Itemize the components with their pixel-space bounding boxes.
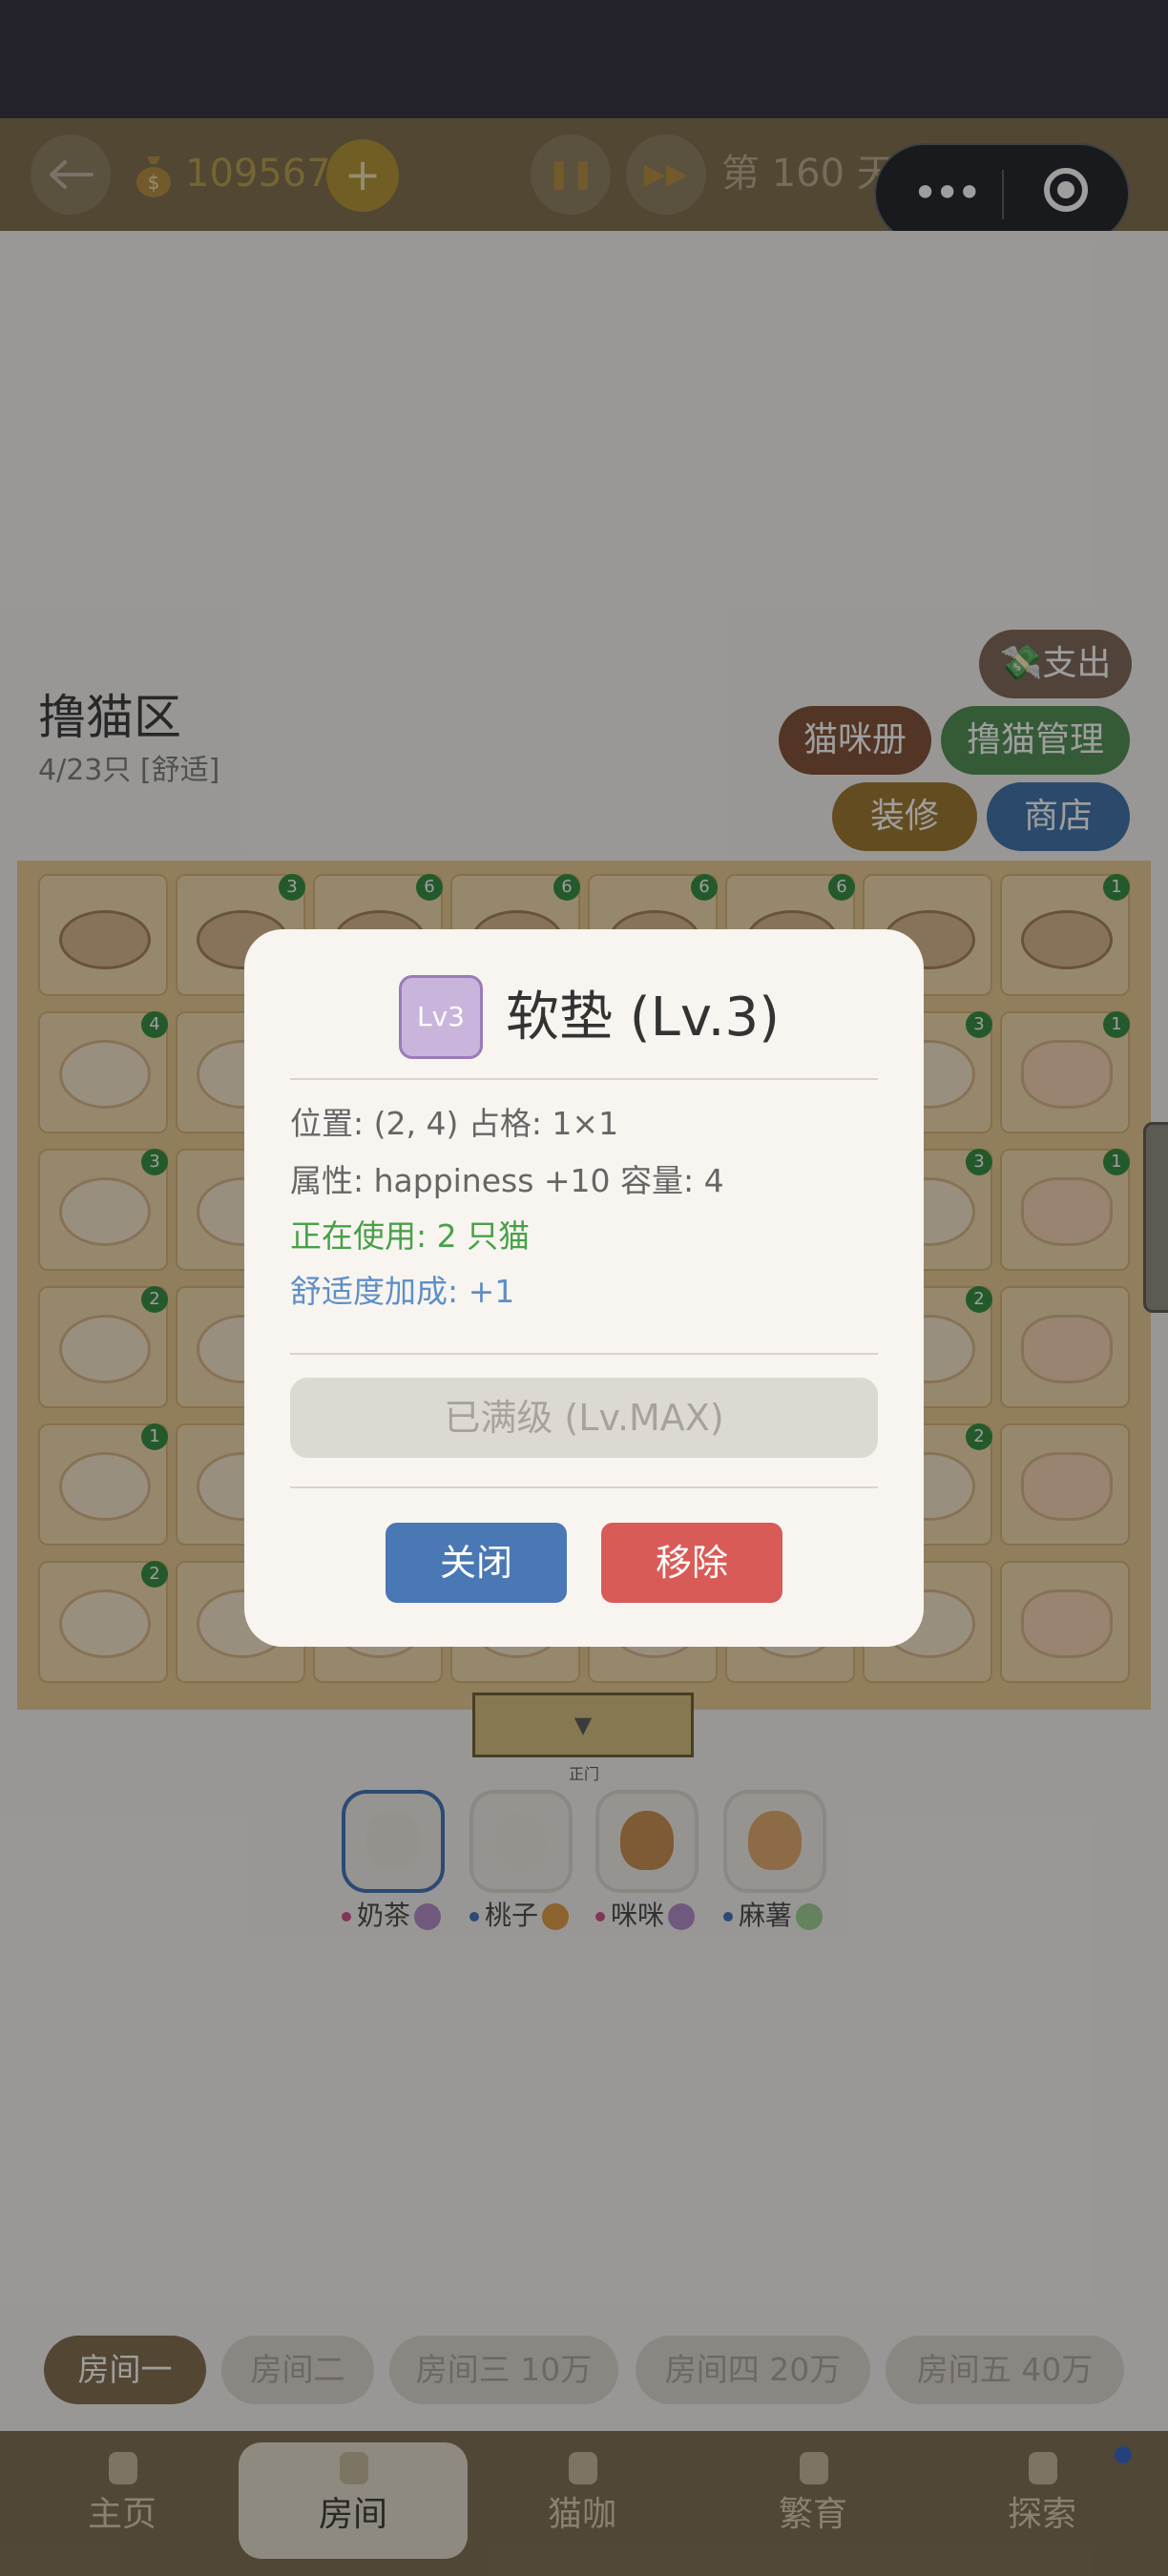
upgrade-button-disabled: 已满级 (Lv.MAX) xyxy=(290,1378,878,1458)
furniture-detail-dialog: Lv3 软垫 (Lv.3) 位置: (2, 4) 占格: 1×1 属性: hap… xyxy=(244,929,924,1647)
position-info: 位置: (2, 4) 占格: 1×1 xyxy=(290,1105,619,1142)
comfort-info: 舒适度加成: +1 xyxy=(290,1273,515,1310)
attribute-info: 属性: happiness +10 容量: 4 xyxy=(290,1162,724,1199)
divider xyxy=(290,1353,878,1355)
close-button[interactable]: 关闭 xyxy=(386,1523,567,1603)
divider xyxy=(290,1486,878,1488)
dialog-title: 软垫 (Lv.3) xyxy=(506,987,780,1049)
divider xyxy=(290,1078,878,1080)
remove-button[interactable]: 移除 xyxy=(601,1523,782,1603)
level-badge: Lv3 xyxy=(399,975,483,1059)
in-use-info: 正在使用: 2 只猫 xyxy=(290,1217,531,1255)
